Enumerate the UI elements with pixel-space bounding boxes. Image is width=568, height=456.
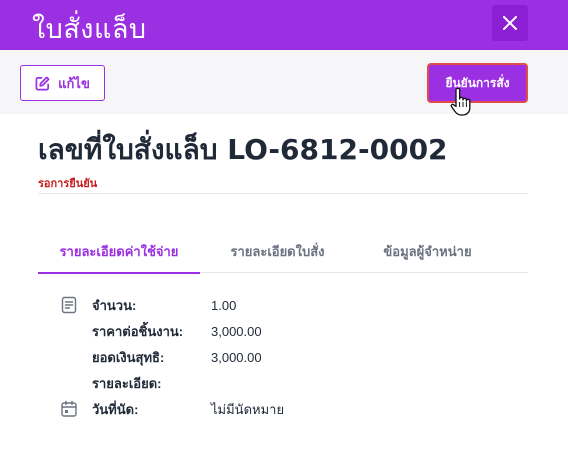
quantity-label: จำนวน:: [92, 297, 137, 313]
appointment-date-label: วันที่นัด:: [92, 401, 139, 417]
edit-button-label: แก้ไข: [58, 75, 90, 91]
appointment-date-value: ไม่มีนัดหมาย: [211, 401, 285, 417]
tab-label: รายละเอียดค่าใช้จ่าย: [59, 243, 179, 259]
modal-title: ใบสั่งแล็บ: [32, 14, 147, 45]
tab-label: รายละเอียดใบสั่ง: [230, 244, 325, 259]
description-label: รายละเอียด:: [92, 375, 162, 391]
action-toolbar: แก้ไข ยืนยันการสั่ง: [0, 50, 568, 114]
tab-order-details[interactable]: รายละเอียดใบสั่ง: [200, 230, 355, 273]
quantity-value: 1.00: [211, 297, 237, 313]
unit-price-value: 3,000.00: [211, 323, 262, 339]
edit-button[interactable]: แก้ไข: [20, 65, 105, 101]
document-list-icon: [61, 296, 77, 314]
net-total-label: ยอดเงินสุทธิ:: [92, 349, 165, 365]
divider: [38, 193, 528, 194]
modal-header: ใบสั่งแล็บ: [0, 0, 568, 50]
unit-price-label: ราคาต่อชิ้นงาน:: [92, 323, 184, 339]
lab-order-number-title: เลขที่ใบสั่งแล็บ LO-6812-0002: [38, 133, 448, 166]
confirm-order-button[interactable]: ยืนยันการสั่ง: [427, 63, 528, 103]
hand-pointer-cursor-icon: [450, 88, 471, 116]
tab-label: ข้อมูลผู้จำหน่าย: [383, 244, 472, 259]
close-button[interactable]: [492, 5, 528, 41]
status-badge: รอการยืนยัน: [38, 178, 98, 190]
net-total-value: 3,000.00: [211, 349, 262, 365]
edit-icon: [35, 76, 50, 90]
calendar-icon: [61, 400, 77, 417]
close-icon: [503, 16, 517, 30]
tab-bar: รายละเอียดค่าใช้จ่าย รายละเอียดใบสั่ง ข้…: [38, 230, 528, 274]
tab-cost-details[interactable]: รายละเอียดค่าใช้จ่าย: [38, 230, 200, 274]
tab-vendor-info[interactable]: ข้อมูลผู้จำหน่าย: [355, 230, 500, 273]
